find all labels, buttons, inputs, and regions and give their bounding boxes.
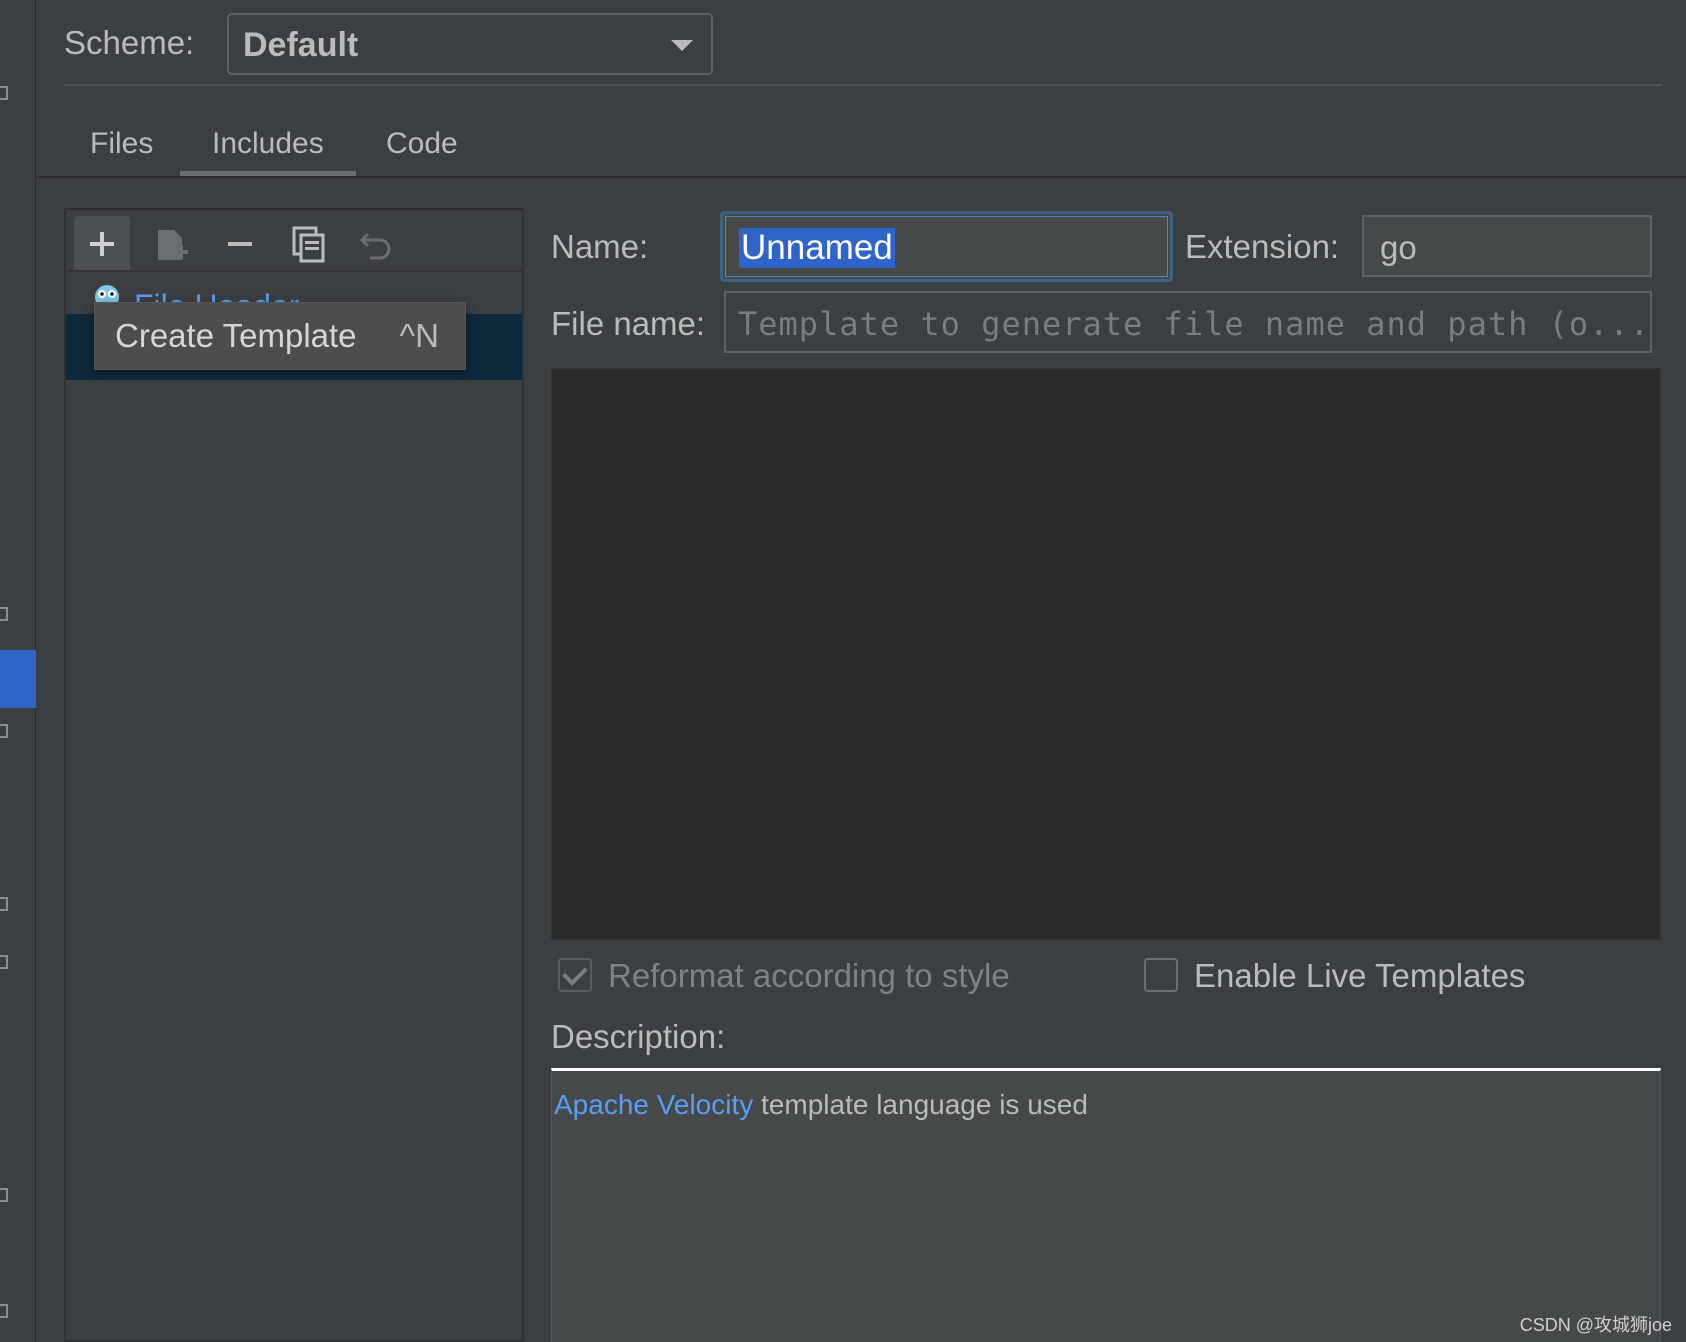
copy-icon — [292, 226, 325, 263]
reset-template-button[interactable] — [348, 216, 404, 272]
minus-icon — [228, 242, 252, 246]
name-label: Name: — [551, 228, 649, 265]
name-value: Unnamed — [739, 228, 895, 268]
enable-live-templates-label: Enable Live Templates — [1194, 957, 1526, 994]
add-child-file-icon — [158, 230, 188, 260]
gutter-selected-item[interactable] — [0, 650, 36, 708]
file-name-label: File name: — [551, 305, 706, 342]
template-editor[interactable] — [551, 368, 1661, 940]
gutter-marker — [0, 607, 8, 621]
create-child-template-button[interactable] — [144, 216, 200, 272]
file-name-placeholder: Template to generate file name and path … — [738, 305, 1650, 343]
extension-label: Extension: — [1185, 228, 1340, 265]
left-gutter — [0, 0, 36, 1342]
remove-template-button[interactable] — [212, 216, 268, 272]
undo-icon — [359, 232, 391, 260]
gutter-marker — [0, 724, 8, 738]
copy-template-button[interactable] — [280, 216, 336, 272]
reformat-checkbox[interactable] — [558, 958, 592, 992]
create-template-button[interactable] — [74, 216, 130, 272]
tooltip: Create Template ^N — [94, 302, 466, 370]
description-label: Description: — [551, 1018, 726, 1055]
tooltip-shortcut: ^N — [399, 317, 439, 354]
gutter-marker — [0, 1304, 8, 1318]
description-text: Apache Velocity template language is use… — [554, 1089, 1088, 1121]
select-separator — [655, 15, 656, 73]
tab-files[interactable]: Files — [90, 127, 153, 161]
gutter-marker — [0, 897, 8, 911]
gutter-marker — [0, 955, 8, 969]
plus-icon — [90, 232, 114, 256]
extension-input[interactable]: go — [1362, 215, 1652, 277]
watermark: CSDN @攻城狮joe — [1519, 1315, 1672, 1335]
apache-velocity-link[interactable]: Apache Velocity — [554, 1089, 753, 1120]
name-input[interactable]: Unnamed — [720, 211, 1173, 282]
scheme-value: Default — [243, 26, 359, 64]
extension-value: go — [1380, 229, 1417, 266]
enable-live-templates-checkbox[interactable] — [1144, 958, 1178, 992]
gutter-marker — [0, 86, 8, 100]
tab-code[interactable]: Code — [386, 127, 458, 161]
tooltip-text: Create Template — [115, 317, 357, 354]
checkmark-icon — [562, 960, 588, 986]
toolbar-divider — [66, 270, 522, 272]
template-list-panel: File Header Create Template ^N — [64, 208, 524, 1342]
scheme-label: Scheme: — [64, 24, 195, 61]
reformat-label: Reformat according to style — [608, 957, 1010, 994]
divider — [36, 176, 1686, 178]
file-name-input[interactable]: Template to generate file name and path … — [724, 291, 1652, 353]
description-body: template language is used — [753, 1089, 1088, 1120]
divider — [64, 84, 1662, 86]
tab-includes[interactable]: Includes — [212, 127, 324, 161]
scheme-select[interactable]: Default — [227, 13, 713, 75]
description-panel: Apache Velocity template language is use… — [551, 1068, 1661, 1342]
gutter-marker — [0, 1188, 8, 1202]
chevron-down-icon — [671, 40, 693, 51]
